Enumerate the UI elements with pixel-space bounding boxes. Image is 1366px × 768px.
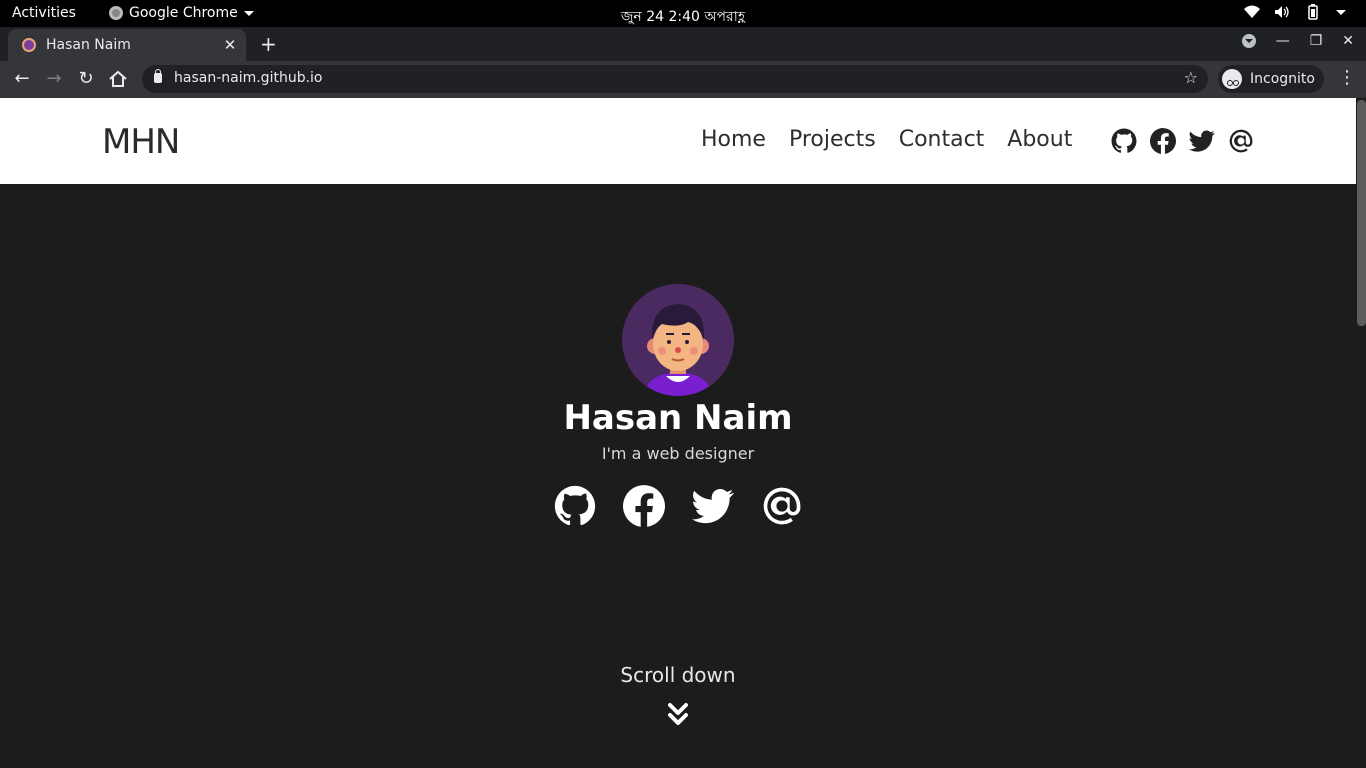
- clock[interactable]: জুন 24 2:40 অপরাহ্ণ: [0, 5, 1366, 29]
- minimize-icon[interactable]: —: [1276, 33, 1290, 49]
- lock-icon[interactable]: [154, 69, 162, 83]
- forward-arrow-icon[interactable]: →: [42, 67, 66, 91]
- nav-contact[interactable]: Contact: [899, 127, 985, 152]
- nav-home[interactable]: Home: [701, 127, 766, 152]
- header-social-links: [1111, 128, 1254, 154]
- back-arrow-icon[interactable]: ←: [10, 67, 34, 91]
- nav-about[interactable]: About: [1007, 127, 1072, 152]
- site-header: MHN Home Projects Contact About: [0, 98, 1356, 184]
- battery-icon: [1308, 4, 1318, 20]
- profile-name: Hasan Naim: [563, 398, 793, 438]
- new-tab-button[interactable]: +: [260, 32, 277, 56]
- close-tab-icon[interactable]: ✕: [220, 36, 240, 54]
- tab-search-icon[interactable]: [1241, 34, 1256, 48]
- bookmark-star-icon[interactable]: ☆: [1184, 68, 1198, 87]
- kebab-menu-icon[interactable]: ⋮: [1338, 67, 1356, 88]
- scroll-down-label[interactable]: Scroll down: [0, 663, 1356, 687]
- incognito-icon: [1222, 69, 1242, 89]
- profile-tagline: I'm a web designer: [601, 444, 755, 463]
- at-sign-icon[interactable]: [1228, 128, 1254, 154]
- incognito-label: Incognito: [1250, 71, 1315, 87]
- browser-tab[interactable]: Hasan Naim ✕: [8, 29, 246, 61]
- maximize-icon[interactable]: ❐: [1310, 33, 1323, 49]
- tab-strip: Hasan Naim ✕ + — ❐ ✕: [0, 27, 1366, 61]
- system-tray[interactable]: [1244, 4, 1346, 20]
- double-chevron-down-icon[interactable]: [667, 702, 689, 728]
- incognito-badge[interactable]: Incognito: [1218, 65, 1324, 93]
- at-sign-icon[interactable]: [761, 485, 803, 527]
- tab-title: Hasan Naim: [46, 37, 131, 53]
- facebook-icon[interactable]: [623, 485, 665, 527]
- web-page: MHN Home Projects Contact About Hasan Na…: [0, 98, 1366, 768]
- reload-icon[interactable]: ↻: [74, 67, 98, 91]
- volume-icon: [1275, 6, 1289, 18]
- window-controls: — ❐ ✕: [1241, 33, 1354, 49]
- url-text[interactable]: hasan-naim.github.io: [174, 70, 322, 86]
- scrollbar-thumb[interactable]: [1357, 100, 1366, 326]
- avatar: [622, 284, 734, 396]
- favicon-icon: [22, 38, 36, 52]
- site-logo[interactable]: MHN: [102, 122, 180, 162]
- nav-projects[interactable]: Projects: [789, 127, 876, 152]
- system-top-bar: Activities Google Chrome জুন 24 2:40 অপর…: [0, 0, 1366, 27]
- hero-social-links: [554, 485, 803, 527]
- browser-toolbar: ← → ↻ hasan-naim.github.io ☆ Incognito ⋮: [0, 61, 1366, 98]
- github-icon[interactable]: [554, 485, 596, 527]
- caret-down-icon: [1336, 9, 1346, 15]
- twitter-icon[interactable]: [692, 485, 734, 527]
- twitter-icon[interactable]: [1189, 128, 1215, 154]
- github-icon[interactable]: [1111, 128, 1137, 154]
- address-bar[interactable]: hasan-naim.github.io ☆: [142, 65, 1208, 93]
- facebook-icon[interactable]: [1150, 128, 1176, 154]
- site-nav: Home Projects Contact About: [701, 127, 1072, 152]
- close-window-icon[interactable]: ✕: [1342, 33, 1354, 49]
- wifi-icon: [1244, 5, 1260, 18]
- home-icon[interactable]: [106, 67, 130, 91]
- page-scrollbar[interactable]: [1356, 98, 1366, 768]
